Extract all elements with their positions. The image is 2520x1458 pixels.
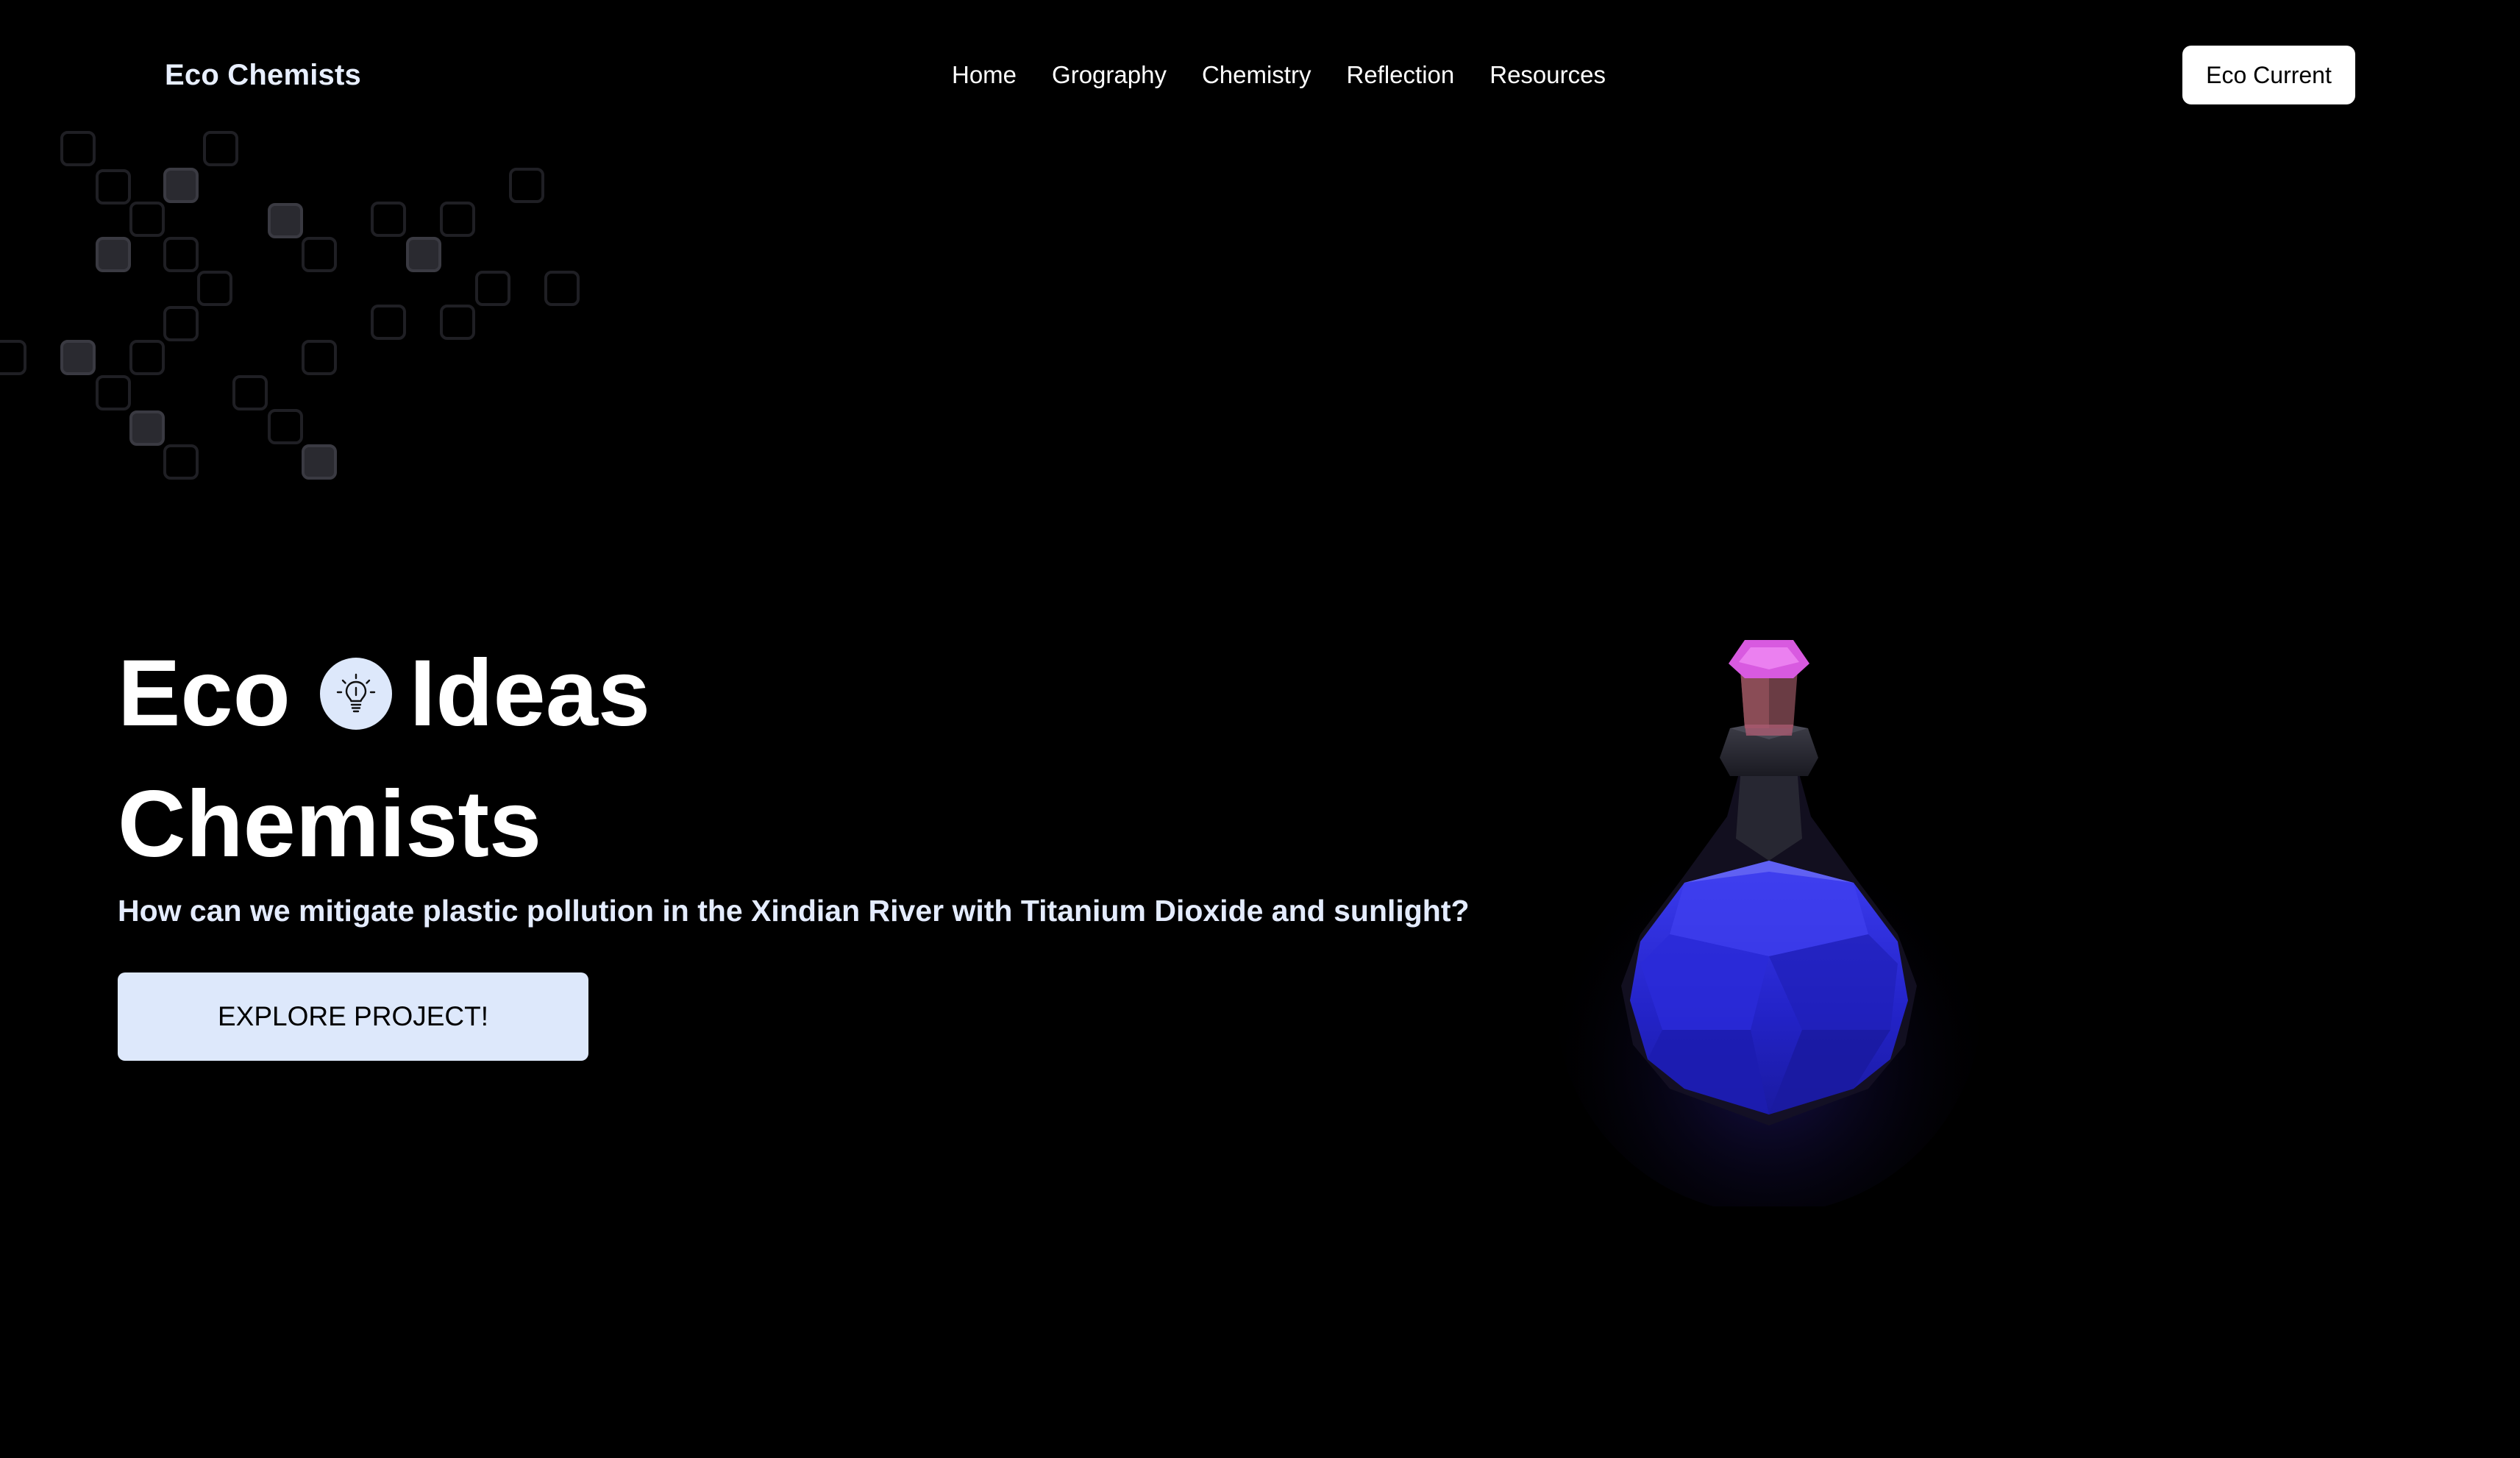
- potion-flask-illustration: [1559, 640, 1982, 1206]
- site-logo[interactable]: Eco Chemists: [165, 56, 361, 94]
- hero-title-line2: Chemists: [118, 772, 542, 877]
- hero-title-ideas: Ideas: [409, 641, 651, 746]
- nav-chemistry[interactable]: Chemistry: [1202, 57, 1311, 93]
- hero-subtitle: How can we mitigate plastic pollution in…: [118, 894, 1470, 928]
- nav-grography[interactable]: Grography: [1052, 57, 1167, 93]
- nav-resources[interactable]: Resources: [1489, 57, 1606, 93]
- hero-title-line1: Eco Ideas: [118, 639, 650, 749]
- hero-title-eco: Eco: [118, 641, 291, 746]
- nav-home[interactable]: Home: [952, 57, 1017, 93]
- page: Eco Chemists Home Grography Chemistry Re…: [0, 0, 2520, 1458]
- eco-current-button[interactable]: Eco Current: [2182, 46, 2355, 104]
- main-nav: Home Grography Chemistry Reflection Reso…: [952, 57, 1606, 93]
- lightbulb-icon: [319, 658, 392, 730]
- nav-reflection[interactable]: Reflection: [1346, 57, 1454, 93]
- explore-project-button[interactable]: EXPLORE PROJECT!: [118, 972, 588, 1061]
